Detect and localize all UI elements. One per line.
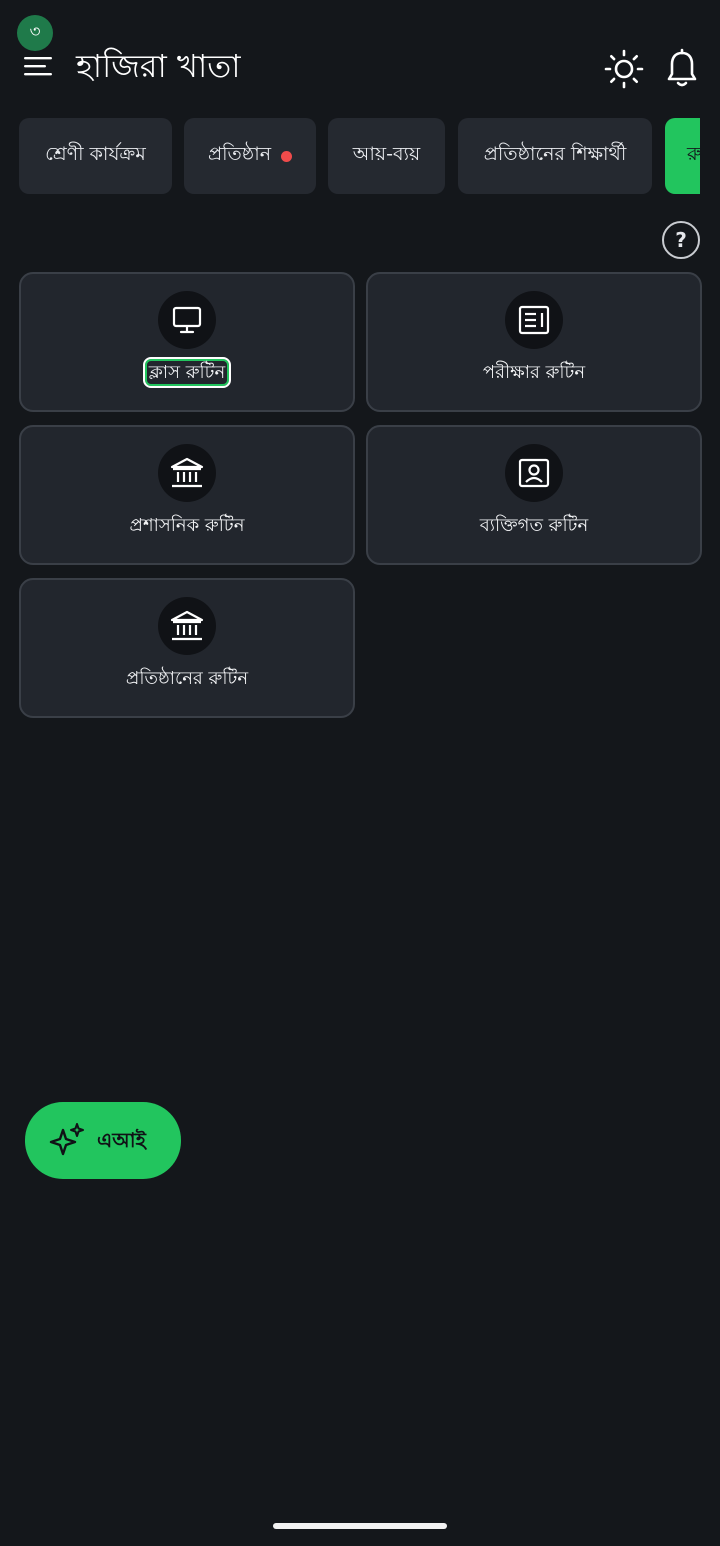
sun-icon [604, 49, 644, 89]
person-card-icon [518, 458, 550, 488]
tab-income-expense[interactable]: আয়-ব্যয় [328, 118, 445, 194]
tab-class-activities[interactable]: শ্রেণী কার্যক্রম [19, 118, 172, 194]
card-label: ক্লাস রুটিন [21, 357, 353, 388]
tab-institution-students[interactable]: প্রতিষ্ঠানের শিক্ষার্থী [458, 118, 652, 194]
app-title: হাজিরা খাতা [76, 47, 241, 85]
tab-label: রু [687, 143, 700, 165]
notifications-button[interactable] [663, 48, 701, 90]
unread-dot [281, 150, 293, 162]
card-icon-wrap [158, 444, 216, 502]
card-label: ব্যক্তিগত রুটিন [479, 515, 589, 536]
help-button[interactable]: ? [662, 221, 700, 259]
theme-toggle-button[interactable] [603, 48, 645, 90]
tab-label: আয়-ব্যয় [352, 143, 421, 165]
card-exam-routine[interactable]: পরীক্ষার রুটিন [366, 272, 702, 412]
card-label: পরীক্ষার রুটিন [482, 362, 586, 383]
card-class-routine[interactable]: ক্লাস রুটিন [19, 272, 355, 412]
card-icon-wrap [505, 444, 563, 502]
notification-count-badge: ৩ [17, 15, 53, 51]
help-icon: ? [675, 228, 687, 252]
ai-button-label: এআই [97, 1128, 146, 1152]
tab-label: শ্রেণী কার্যক্রম [45, 143, 146, 165]
bank-building-icon [170, 457, 204, 488]
monitor-icon [172, 306, 202, 334]
card-institution-routine[interactable]: প্রতিষ্ঠানের রুটিন [19, 578, 355, 718]
menu-button[interactable] [22, 52, 56, 82]
bell-icon [667, 48, 697, 87]
card-icon-wrap [505, 291, 563, 349]
ai-assistant-button[interactable]: এআই [25, 1102, 181, 1179]
card-personal-routine[interactable]: ব্যক্তিগত রুটিন [366, 425, 702, 565]
bank-building-icon [170, 610, 204, 641]
card-icon-wrap [158, 597, 216, 655]
card-icon-wrap [158, 291, 216, 349]
hamburger-menu-icon [24, 57, 52, 76]
tab-routine[interactable]: রু [665, 118, 700, 194]
card-label: প্রতিষ্ঠানের রুটিন [125, 668, 249, 689]
tab-label: প্রতিষ্ঠানের শিক্ষার্থী [483, 143, 627, 165]
home-indicator[interactable] [273, 1523, 447, 1529]
category-tab-strip[interactable]: শ্রেণী কার্যক্রম প্রতিষ্ঠান আয়-ব্যয় প্… [0, 118, 700, 196]
sparkle-icon [49, 1123, 84, 1156]
card-admin-routine[interactable]: প্রশাসনিক রুটিন [19, 425, 355, 565]
newspaper-icon [518, 305, 550, 335]
tab-label: প্রতিষ্ঠান [207, 143, 272, 165]
tab-institution[interactable]: প্রতিষ্ঠান [184, 118, 316, 194]
card-label: প্রশাসনিক রুটিন [129, 515, 245, 536]
